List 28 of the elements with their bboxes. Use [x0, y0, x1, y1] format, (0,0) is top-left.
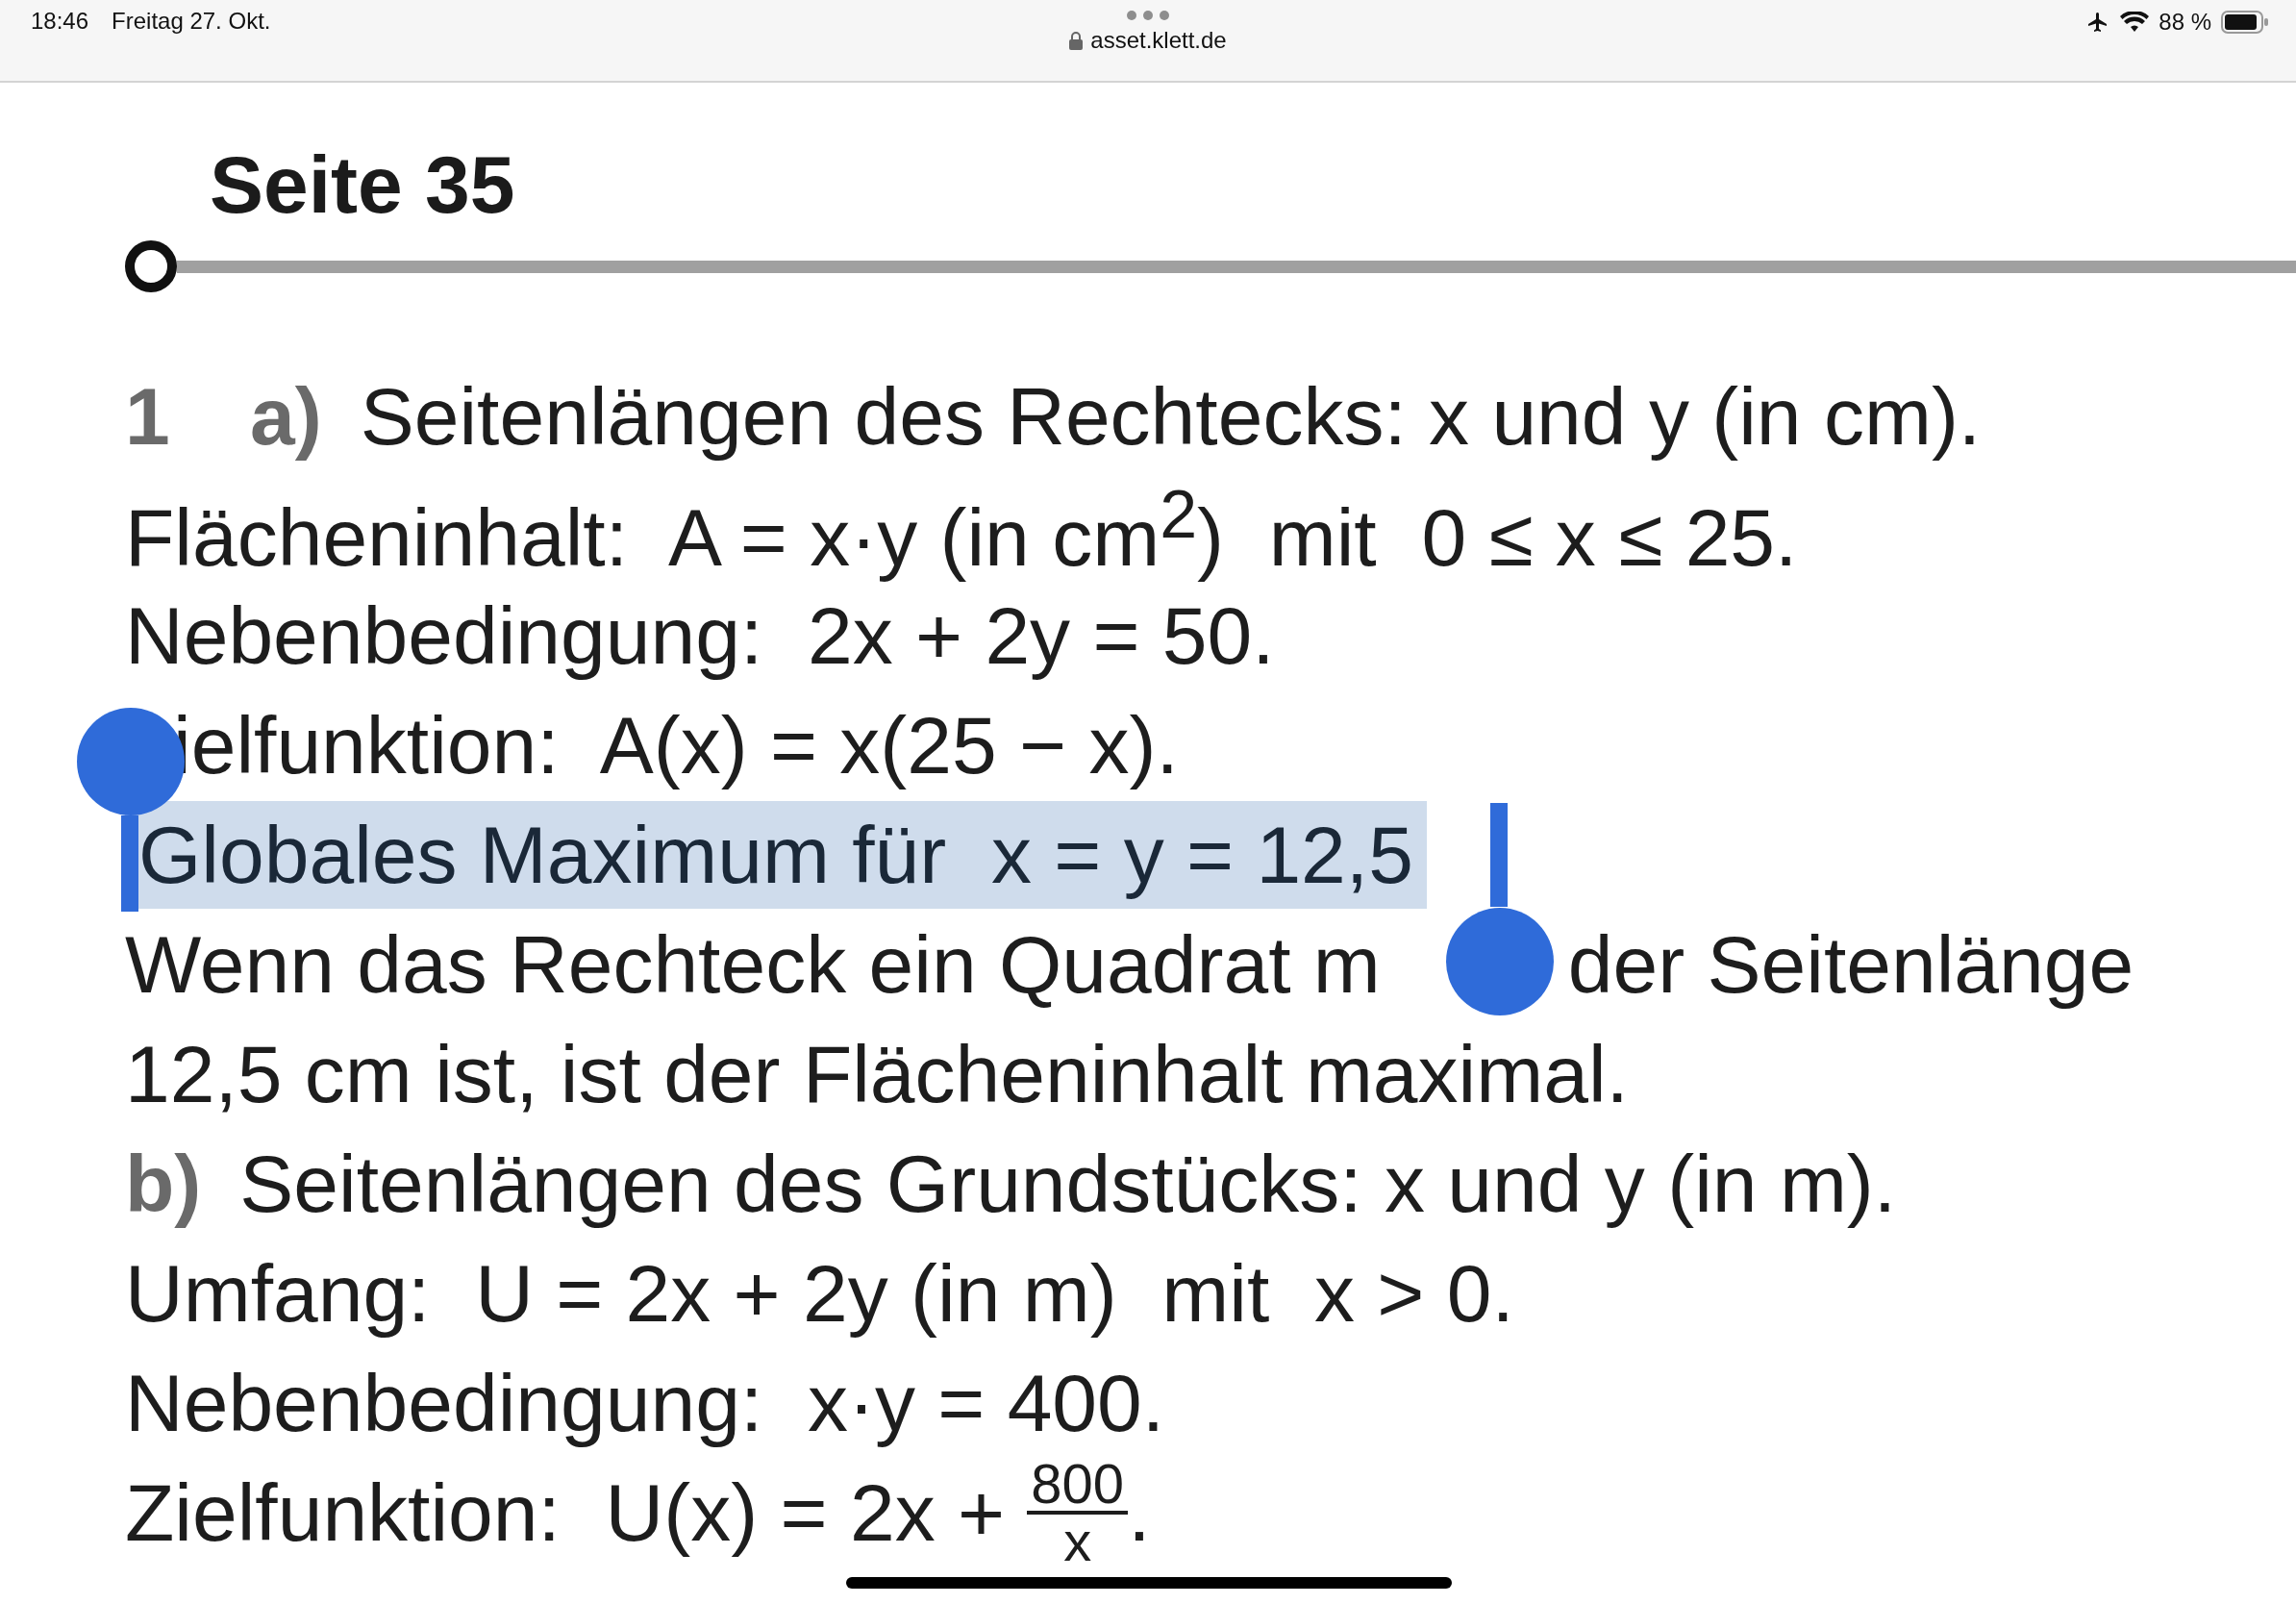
wifi-icon	[2120, 12, 2150, 33]
part-label: a)	[250, 369, 322, 464]
status-time: 18:46	[31, 8, 89, 36]
part-label: b)	[125, 1137, 202, 1231]
battery-icon	[2221, 11, 2269, 34]
text-line: Flächeninhalt: A = x·y (in cm$^{2}$) mit 0 ≤ x ≤ 25.	[125, 476, 1798, 585]
url-text[interactable]: asset.klett.de	[1090, 27, 1227, 54]
page-heading: Seite 35	[210, 138, 516, 232]
battery-percent: 88 %	[2159, 9, 2211, 36]
text-line: .	[1128, 1466, 1151, 1560]
text-line: der Seitenlänge	[1567, 918, 2134, 1012]
text-line: Nebenbedingung: x·y = 400.	[125, 1357, 1165, 1450]
text-line: Wenn das Rechteck ein Quadrat m	[125, 918, 1381, 1012]
text-line: ielfunktion: A(x) = x(25 − x).	[173, 699, 1179, 792]
status-date: Freitag 27. Okt.	[112, 8, 271, 36]
fraction: 800 x	[1027, 1457, 1129, 1568]
more-dots-icon[interactable]	[1126, 10, 1170, 21]
exercise-number: 1	[125, 369, 171, 464]
text-line: Seitenlängen des Grundstücks: x und y (in m).	[239, 1138, 1897, 1231]
text-line: Zielfunktion: U(x) = 2x +	[125, 1466, 1007, 1560]
ring-icon	[125, 240, 177, 292]
selection-start-handle[interactable]	[121, 815, 138, 912]
selection-end-handle[interactable]	[1490, 803, 1508, 907]
text-line: Seitenlängen des Rechtecks: x und y (in cm).	[360, 370, 1982, 464]
text-line: Umfang: U = 2x + 2y (in m) mit x > 0.	[125, 1247, 1514, 1341]
text-line: Nebenbedingung: 2x + 2y = 50.	[125, 589, 1275, 683]
text-line: 12,5 cm ist, ist der Flächeninhalt maximal.	[125, 1028, 1629, 1121]
lock-icon	[1069, 31, 1084, 50]
